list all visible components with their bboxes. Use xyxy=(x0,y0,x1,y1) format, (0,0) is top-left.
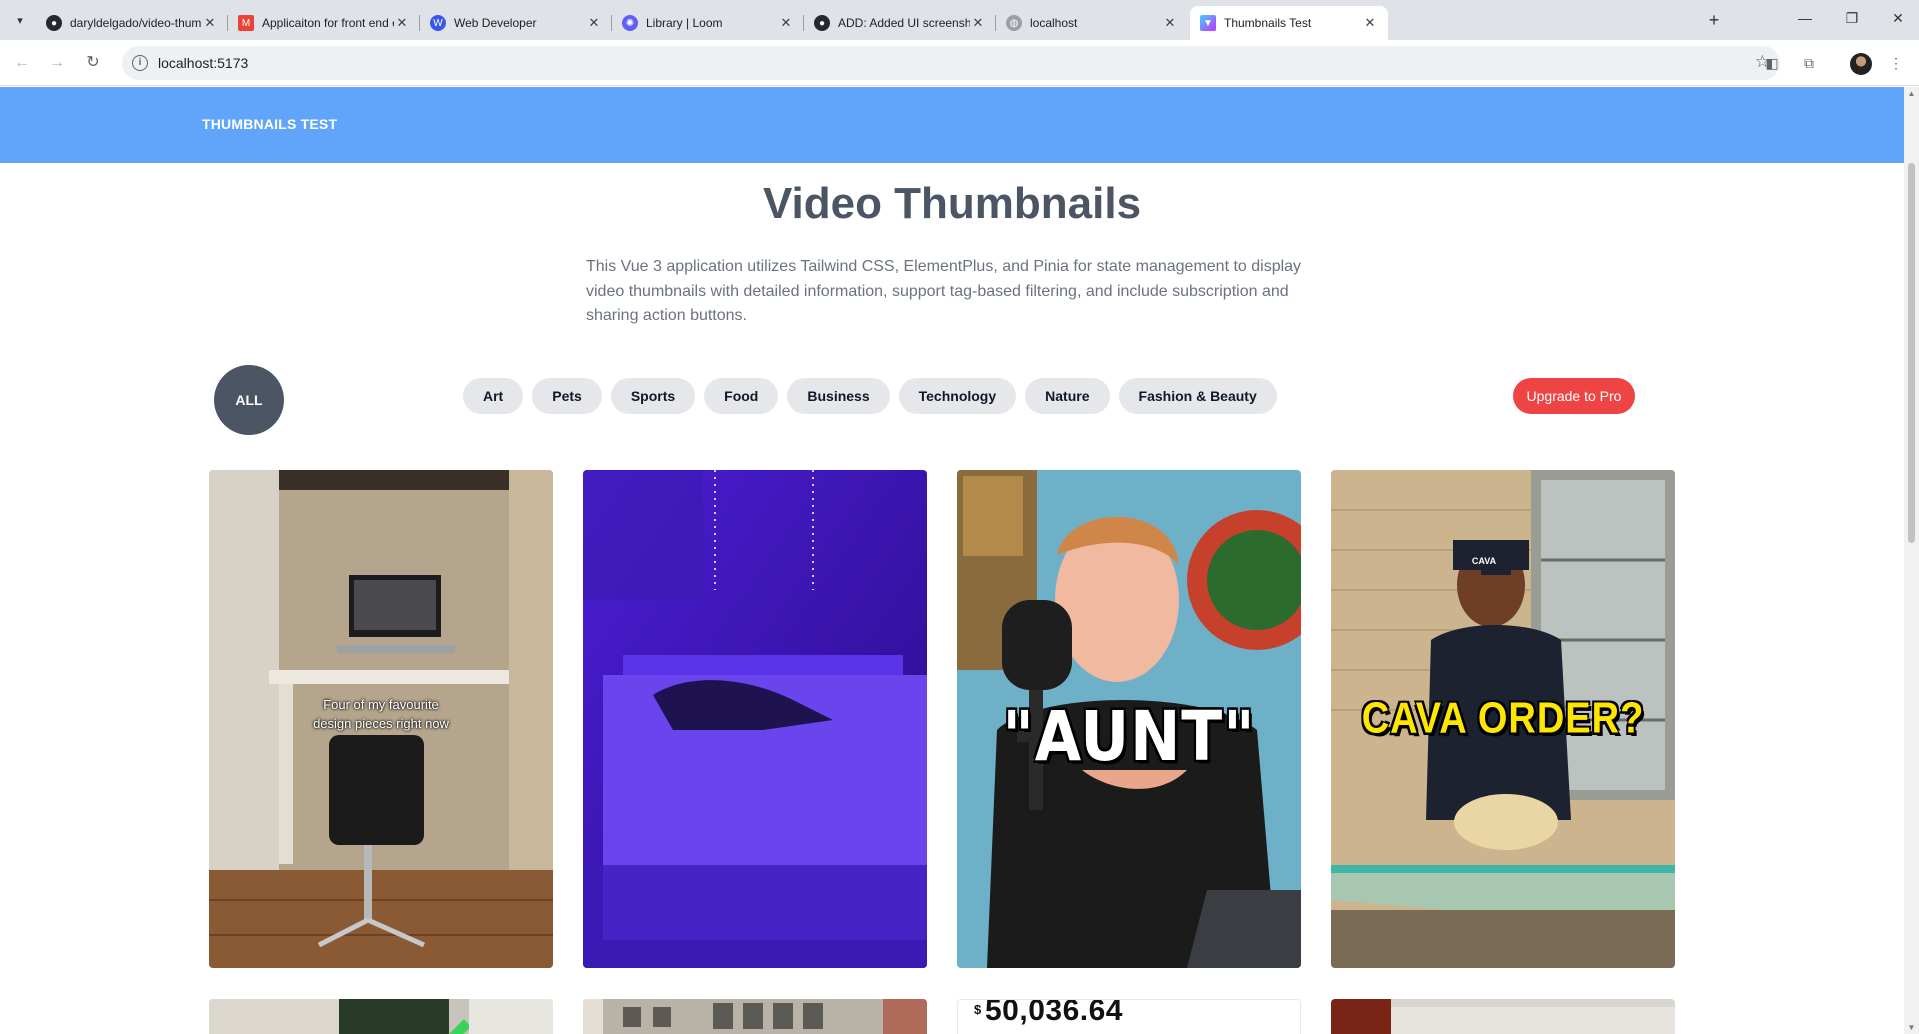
thumbnail-amount-text: 50,036.64 xyxy=(985,999,1123,1027)
app-brand[interactable]: THUMBNAILS TEST xyxy=(202,116,337,132)
tab-github-commit[interactable]: ● ADD: Added UI screenshot in re ✕ xyxy=(804,6,996,40)
page-scrollbar[interactable]: ▲ ▼ xyxy=(1904,87,1919,1034)
thumbnail-caption: "AUNT" xyxy=(1002,696,1256,778)
video-thumbnail-card[interactable] xyxy=(209,999,553,1034)
browser-menu-dots-icon[interactable]: ⋮ xyxy=(1886,53,1906,73)
vite-icon: ▼ xyxy=(1200,15,1216,31)
tab-github-repo[interactable]: ● daryldelgado/video-thumbnails ✕ xyxy=(36,6,228,40)
cap-logo-text: CAVA xyxy=(1471,556,1497,566)
site-info-icon[interactable]: i xyxy=(132,55,148,71)
tab-thumbnails-test-active[interactable]: ▼ Thumbnails Test ✕ xyxy=(1190,6,1388,40)
video-thumbnail-card[interactable] xyxy=(1331,999,1675,1034)
extensions-puzzle-icon[interactable]: ⧉ xyxy=(1799,53,1819,73)
tag-food[interactable]: Food xyxy=(704,378,779,414)
close-tab-icon[interactable]: ✕ xyxy=(394,15,410,31)
tag-pets[interactable]: Pets xyxy=(532,378,602,414)
profile-avatar[interactable] xyxy=(1850,53,1872,75)
tag-sports[interactable]: Sports xyxy=(610,378,696,414)
reading-mode-icon[interactable]: ◧ xyxy=(1762,53,1782,73)
close-window-icon[interactable]: ✕ xyxy=(1883,10,1913,27)
currency-symbol: $ xyxy=(974,1002,982,1017)
browser-tab-bar: ▾ ● daryldelgado/video-thumbnails ✕ M Ap… xyxy=(0,0,1919,40)
scroll-down-arrow-icon[interactable]: ▼ xyxy=(1907,1023,1916,1032)
thumbnail-caption: CAVA ORDER? xyxy=(1361,694,1645,744)
tab-localhost[interactable]: ◍ localhost ✕ xyxy=(996,6,1188,40)
reload-icon[interactable]: ↻ xyxy=(82,52,104,74)
address-bar[interactable]: i localhost:5173 ☆ xyxy=(122,46,1780,80)
scrollbar-thumb[interactable] xyxy=(1908,163,1915,543)
loom-icon: ✺ xyxy=(622,15,638,31)
video-thumbnail-card[interactable]: $ 50,036.64 xyxy=(957,999,1301,1034)
app-header: THUMBNAILS TEST xyxy=(0,87,1904,163)
upgrade-to-pro-button[interactable]: Upgrade to Pro xyxy=(1513,378,1635,414)
github-icon: ● xyxy=(814,15,830,31)
page-title: Video Thumbnails xyxy=(762,179,1142,228)
thumbnail-caption: Four of my favourite design pieces right… xyxy=(313,697,449,731)
close-tab-icon[interactable]: ✕ xyxy=(1362,15,1378,31)
github-icon: ● xyxy=(46,15,62,31)
tab-loom[interactable]: ✺ Library | Loom ✕ xyxy=(612,6,804,40)
close-tab-icon[interactable]: ✕ xyxy=(778,15,794,31)
thumbnail-image xyxy=(1331,999,1675,1034)
close-tab-icon[interactable]: ✕ xyxy=(970,15,986,31)
tab-gmail[interactable]: M Applicaiton for front end engin ✕ xyxy=(228,6,420,40)
tab-web-developer[interactable]: W Web Developer ✕ xyxy=(420,6,612,40)
globe-icon: ◍ xyxy=(1006,15,1022,31)
thumbnail-image-bedroom xyxy=(583,470,927,968)
browser-toolbar: ← → ↻ i localhost:5173 ☆ ◧ ⧉ ⋮ xyxy=(0,40,1919,86)
tab-search-chevron-icon[interactable]: ▾ xyxy=(8,8,32,32)
tag-nature[interactable]: Nature xyxy=(1025,378,1110,414)
video-thumbnail-card[interactable]: Four of my favourite design pieces right… xyxy=(209,470,553,968)
page-viewport: THUMBNAILS TEST Video Thumbnails This Vu… xyxy=(0,87,1904,1034)
video-thumbnail-card[interactable]: "AUNT" xyxy=(957,470,1301,968)
video-thumbnail-card[interactable] xyxy=(583,999,927,1034)
tag-fashion-beauty[interactable]: Fashion & Beauty xyxy=(1118,378,1277,414)
back-arrow-icon[interactable]: ← xyxy=(11,52,33,74)
page-description: This Vue 3 application utilizes Tailwind… xyxy=(586,258,1302,324)
video-thumbnail-card[interactable] xyxy=(583,470,927,968)
scroll-up-arrow-icon[interactable]: ▲ xyxy=(1907,89,1916,98)
close-tab-icon[interactable]: ✕ xyxy=(202,15,218,31)
tag-filter-list: Art Pets Sports Food Business Technology… xyxy=(463,378,1277,414)
gmail-icon: M xyxy=(238,15,254,31)
filter-all-button[interactable]: ALL xyxy=(214,365,284,435)
minimize-window-icon[interactable]: — xyxy=(1790,10,1820,26)
new-tab-plus-icon[interactable]: + xyxy=(1702,9,1726,33)
close-tab-icon[interactable]: ✕ xyxy=(586,15,602,31)
tag-art[interactable]: Art xyxy=(463,378,524,414)
close-tab-icon[interactable]: ✕ xyxy=(1162,15,1178,31)
tag-business[interactable]: Business xyxy=(787,378,890,414)
wordpress-icon: W xyxy=(430,15,446,31)
thumbnail-image xyxy=(209,999,553,1034)
address-url[interactable]: localhost:5173 xyxy=(158,55,248,71)
video-thumbnail-card[interactable]: CAVA CAVA ORDER? xyxy=(1331,470,1675,968)
forward-arrow-icon[interactable]: → xyxy=(46,52,68,74)
tag-technology[interactable]: Technology xyxy=(898,378,1017,414)
restore-window-icon[interactable]: ❐ xyxy=(1837,10,1867,27)
thumbnail-image xyxy=(583,999,927,1034)
